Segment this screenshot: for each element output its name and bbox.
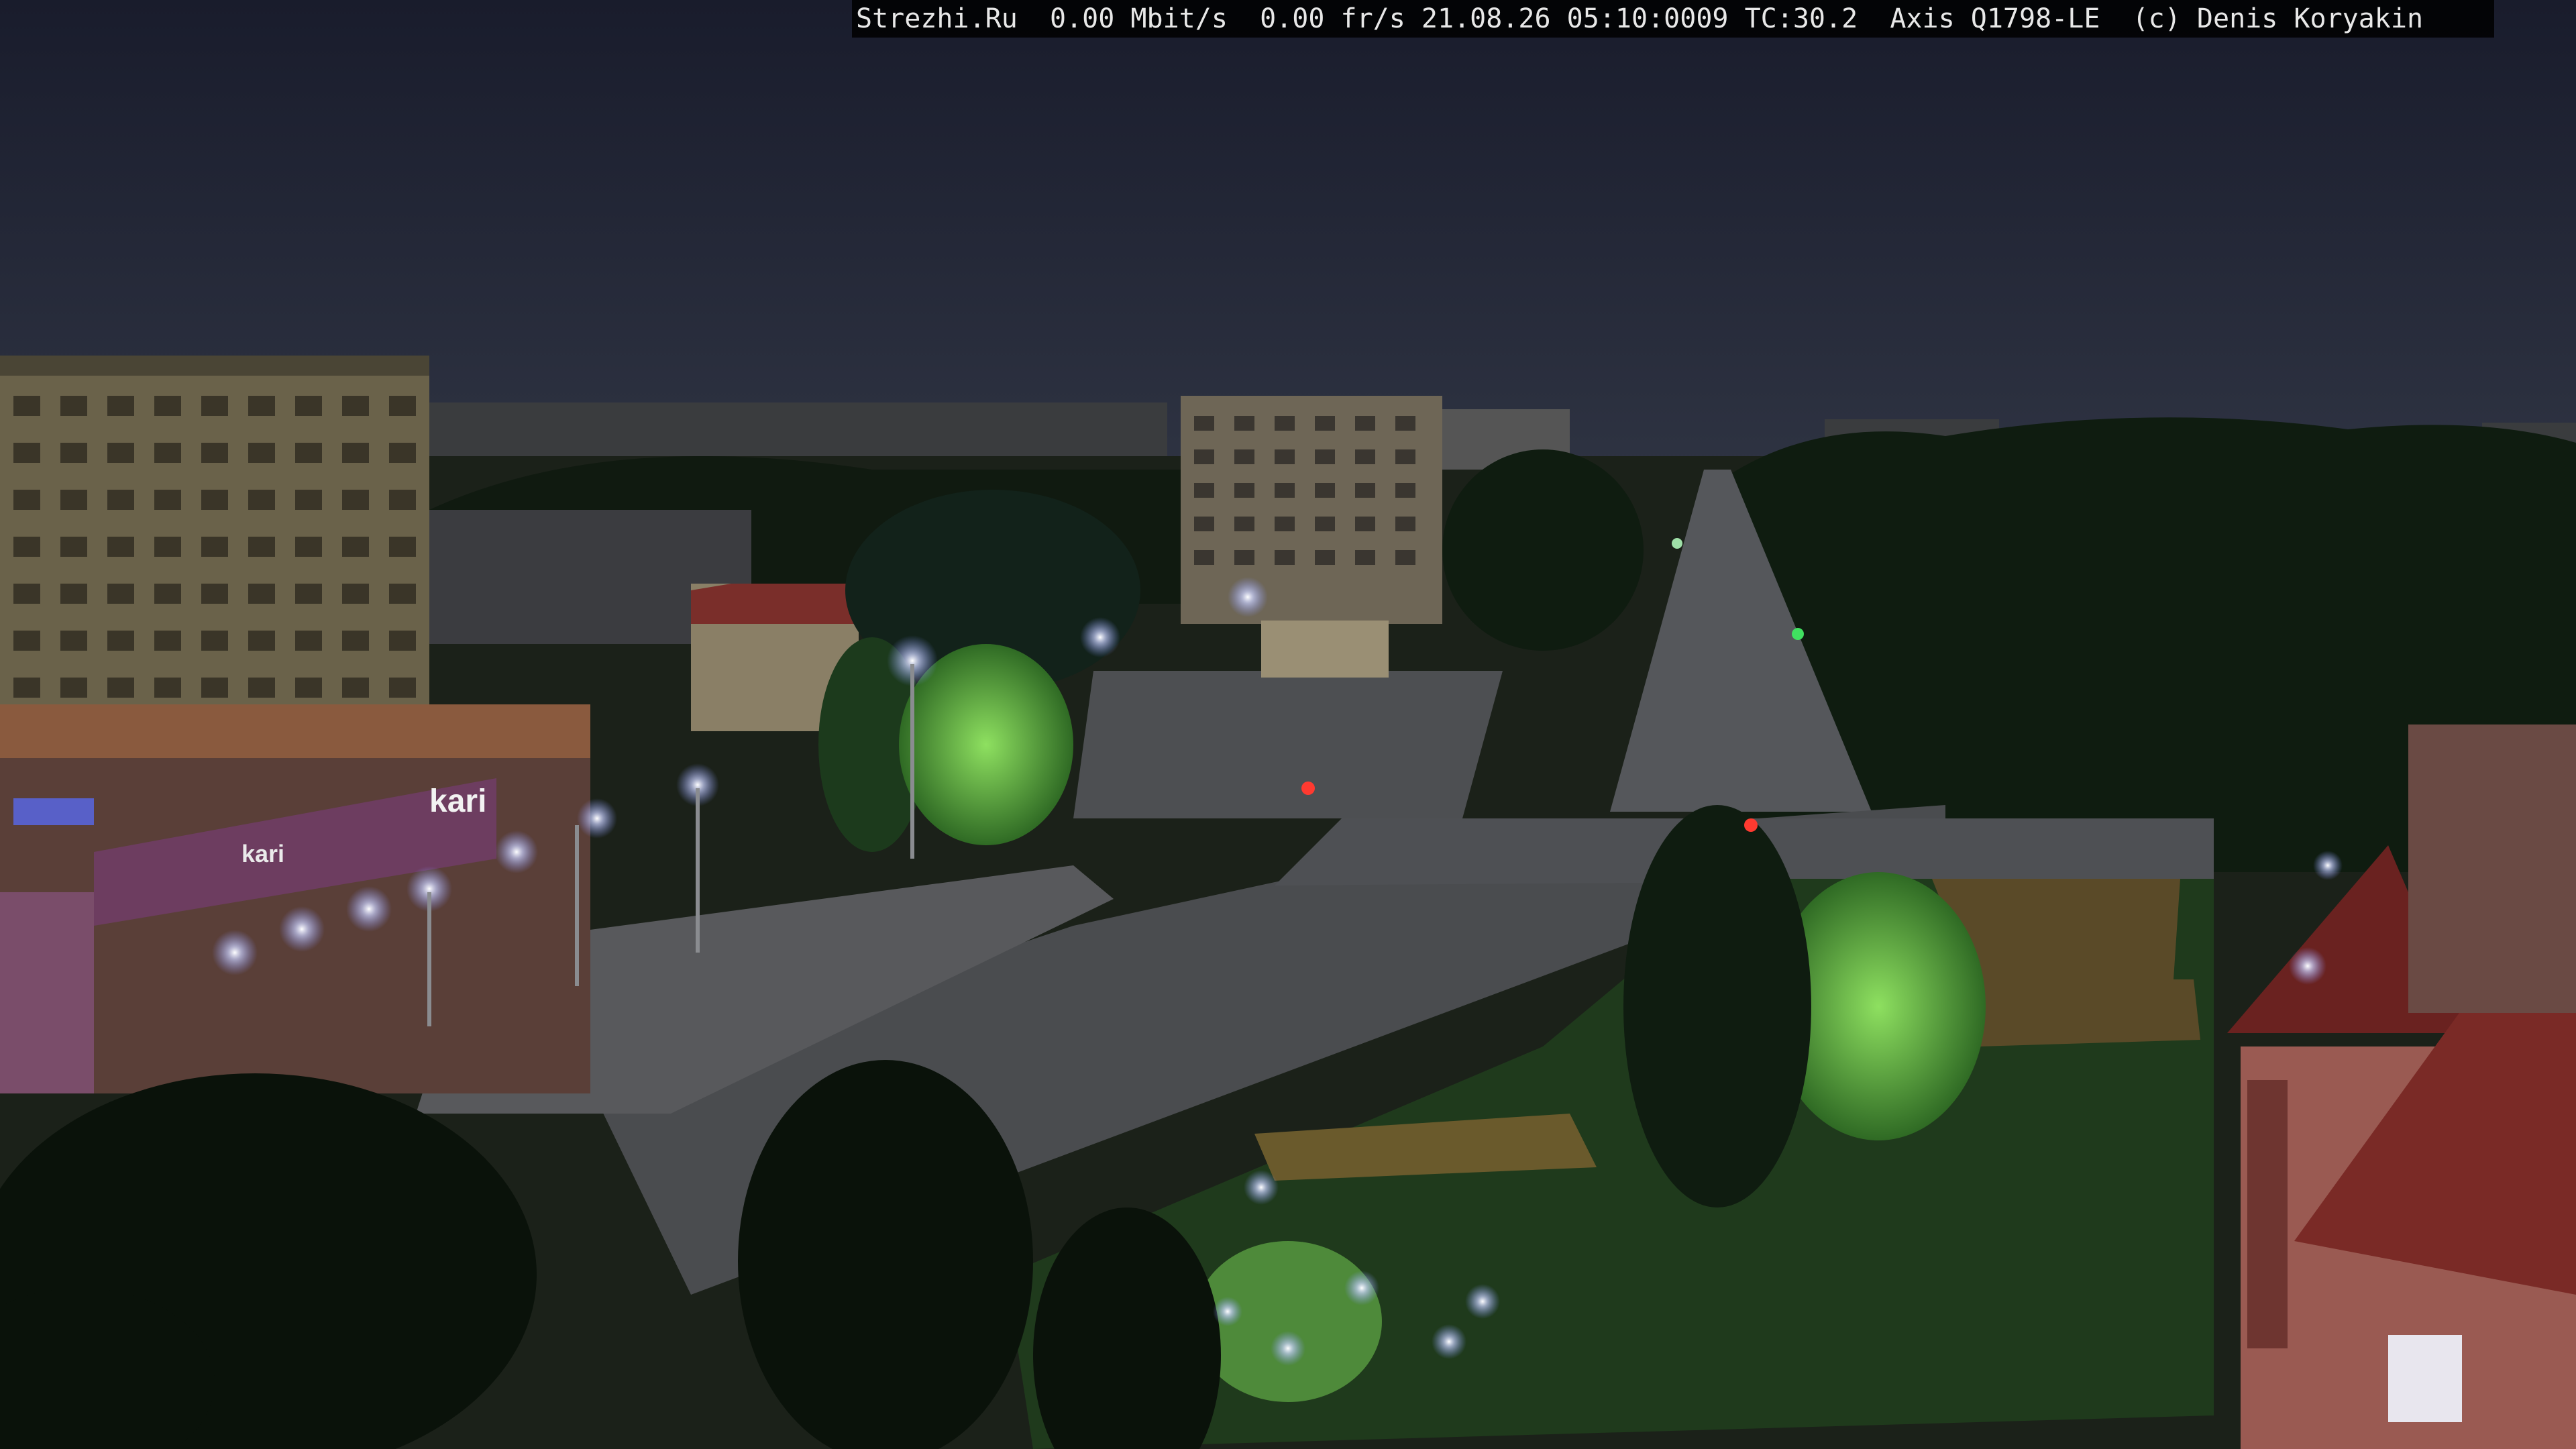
small-pavilion <box>1261 621 1389 678</box>
camera-scene: kari kari <box>0 0 2576 1449</box>
plaza <box>1073 671 1503 818</box>
overlay-datetime: 21.08.26 05:10:0009 <box>1421 3 1729 34</box>
flower-bed-3 <box>1972 979 2200 1046</box>
dark-tree-right <box>1623 805 1811 1208</box>
overlay-bitrate: 0.00 Mbit/s <box>1050 3 1228 34</box>
overlay-framerate: 0.00 fr/s <box>1260 3 1405 34</box>
camera-info-overlay: Strezhi.Ru 0.00 Mbit/s 0.00 fr/s 21.08.2… <box>852 0 2494 38</box>
kari-store-building <box>0 704 590 1093</box>
overlay-camera: Axis Q1798-LE <box>1890 3 2100 34</box>
kari-sign-large: kari <box>429 784 486 819</box>
overlay-site: Strezhi.Ru <box>856 3 1018 34</box>
overlay-tc: TC:30.2 <box>1744 3 1858 34</box>
overlay-credit: (c) Denis Koryakin <box>2132 3 2424 34</box>
kari-sign-small: kari <box>241 840 284 867</box>
